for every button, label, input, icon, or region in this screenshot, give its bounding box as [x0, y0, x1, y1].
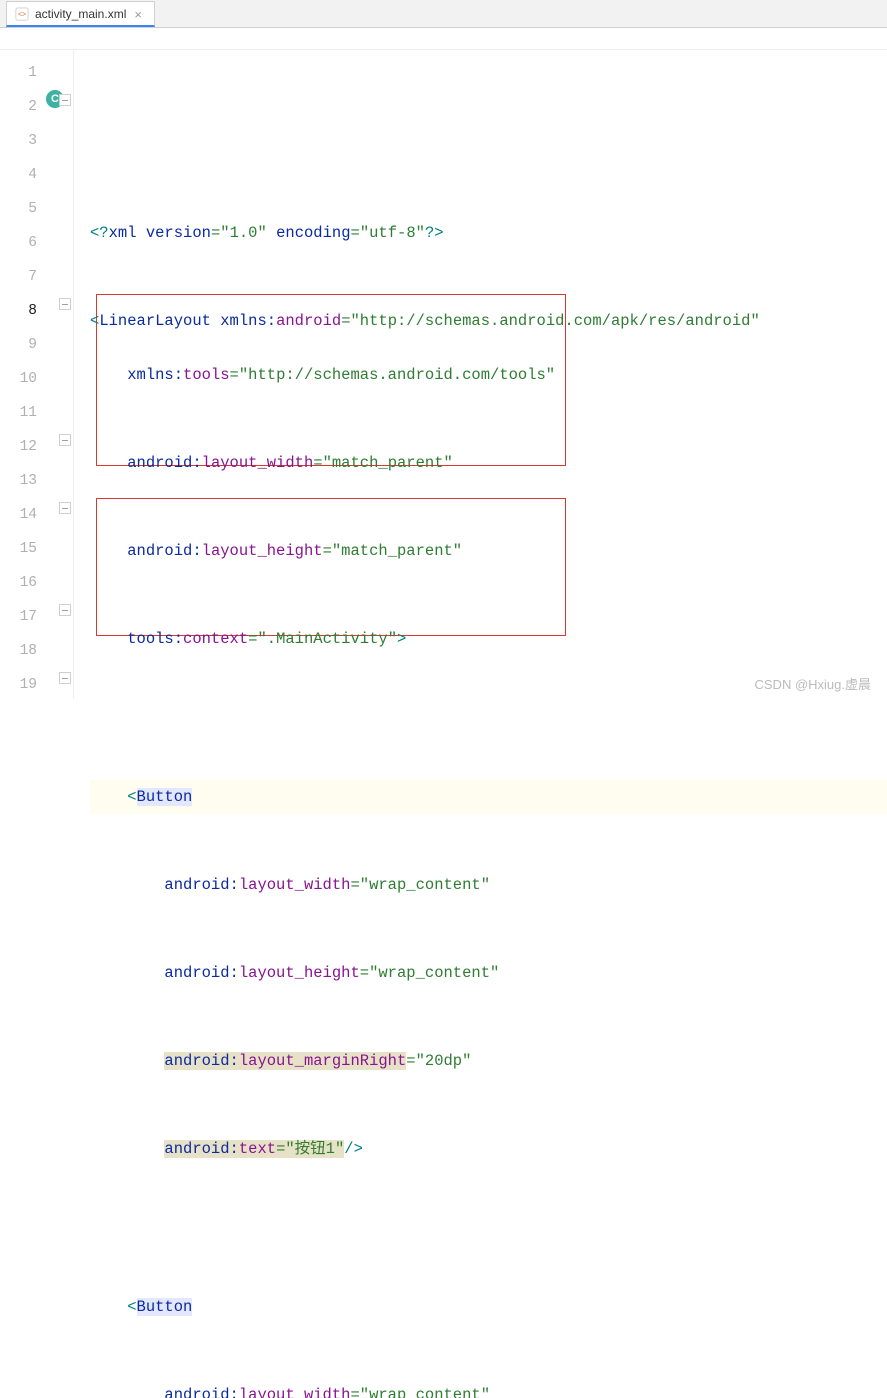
code-line: android:layout_marginRight="20dp"	[90, 1044, 887, 1078]
editor-tab-label: activity_main.xml	[35, 7, 126, 21]
code-line: tools:context=".MainActivity">	[90, 622, 887, 656]
code-area[interactable]: <?xml version="1.0" encoding="utf-8"?> <…	[74, 28, 887, 699]
tab-bar: <> activity_main.xml ×	[0, 0, 887, 28]
code-line: android:layout_width="wrap_content"	[90, 1378, 887, 1398]
fold-icon[interactable]	[59, 604, 71, 616]
fold-icon[interactable]	[59, 298, 71, 310]
code-line: xmlns:tools="http://schemas.android.com/…	[90, 358, 887, 392]
fold-icon[interactable]	[59, 502, 71, 514]
code-line	[90, 1202, 887, 1236]
code-line: <LinearLayout xmlns:android="http://sche…	[90, 270, 887, 304]
editor-tab-activity-main[interactable]: <> activity_main.xml ×	[6, 1, 155, 27]
code-line: <Button	[90, 780, 887, 814]
svg-text:<>: <>	[18, 12, 26, 19]
code-line: <?xml version="1.0" encoding="utf-8"?>	[90, 182, 887, 216]
fold-icon[interactable]	[59, 672, 71, 684]
code-editor[interactable]: 1 2 3 4 5 6 7 8 9 10 11 12 13 14 15 16 1…	[0, 28, 887, 699]
fold-icon[interactable]	[59, 94, 71, 106]
xml-file-icon: <>	[15, 7, 29, 21]
code-line: android:layout_width="wrap_content"	[90, 868, 887, 902]
code-line: <Button	[90, 1290, 887, 1324]
close-icon[interactable]: ×	[132, 8, 144, 21]
code-line	[90, 692, 887, 726]
gutter: 1 2 3 4 5 6 7 8 9 10 11 12 13 14 15 16 1…	[0, 28, 74, 699]
fold-icon[interactable]	[59, 434, 71, 446]
code-line: android:layout_height="match_parent"	[90, 534, 887, 568]
watermark: CSDN @Hxiug.虚晨	[755, 674, 872, 693]
code-line: android:text="按钮1"/>	[90, 1132, 887, 1166]
code-line: android:layout_height="wrap_content"	[90, 956, 887, 990]
code-line: android:layout_width="match_parent"	[90, 446, 887, 480]
